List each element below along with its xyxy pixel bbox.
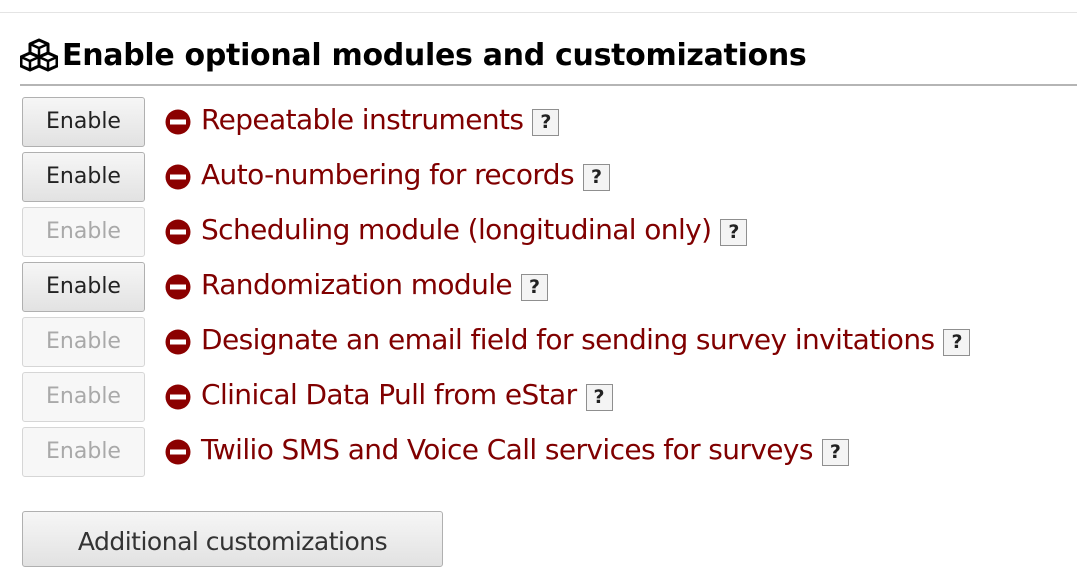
help-button[interactable]: ? bbox=[720, 219, 748, 246]
minus-circle-icon bbox=[165, 109, 191, 135]
module-label: Auto-numbering for records bbox=[201, 158, 575, 191]
enable-repeatable-instruments-button[interactable]: Enable bbox=[22, 97, 145, 147]
top-divider bbox=[0, 12, 1077, 13]
module-label: Repeatable instruments bbox=[201, 103, 524, 136]
enable-randomization-button[interactable]: Enable bbox=[22, 262, 145, 312]
additional-customizations-button[interactable]: Additional customizations bbox=[22, 511, 443, 567]
section-title: Enable optional modules and customizatio… bbox=[62, 37, 807, 73]
module-row-repeatable-instruments: Enable Repeatable instruments ? bbox=[22, 97, 1077, 152]
help-button[interactable]: ? bbox=[585, 384, 613, 411]
help-button[interactable]: ? bbox=[582, 164, 610, 191]
minus-circle-icon bbox=[165, 164, 191, 190]
enable-clinical-data-pull-button: Enable bbox=[22, 372, 145, 422]
module-row-clinical-data-pull: Enable Clinical Data Pull from eStar ? bbox=[22, 372, 1077, 427]
help-button[interactable]: ? bbox=[821, 439, 849, 466]
module-label: Twilio SMS and Voice Call services for s… bbox=[201, 433, 813, 466]
module-label: Clinical Data Pull from eStar bbox=[201, 378, 577, 411]
minus-circle-icon bbox=[165, 384, 191, 410]
minus-circle-icon bbox=[165, 219, 191, 245]
help-button[interactable]: ? bbox=[943, 329, 971, 356]
help-button[interactable]: ? bbox=[532, 109, 560, 136]
minus-circle-icon bbox=[165, 329, 191, 355]
module-label: Designate an email field for sending sur… bbox=[201, 323, 935, 356]
module-row-scheduling: Enable Scheduling module (longitudinal o… bbox=[22, 207, 1077, 262]
module-row-auto-numbering: Enable Auto-numbering for records ? bbox=[22, 152, 1077, 207]
cubes-icon bbox=[19, 38, 59, 72]
module-row-twilio: Enable Twilio SMS and Voice Call service… bbox=[22, 427, 1077, 482]
section-header: Enable optional modules and customizatio… bbox=[19, 28, 807, 82]
module-label: Randomization module bbox=[201, 268, 513, 301]
help-button[interactable]: ? bbox=[521, 274, 549, 301]
module-list: Enable Repeatable instruments ? Enable A… bbox=[22, 97, 1077, 482]
minus-circle-icon bbox=[165, 439, 191, 465]
module-row-survey-email-field: Enable Designate an email field for send… bbox=[22, 317, 1077, 372]
title-divider bbox=[20, 84, 1077, 86]
module-row-randomization: Enable Randomization module ? bbox=[22, 262, 1077, 317]
minus-circle-icon bbox=[165, 274, 191, 300]
enable-auto-numbering-button[interactable]: Enable bbox=[22, 152, 145, 202]
enable-survey-email-field-button: Enable bbox=[22, 317, 145, 367]
enable-twilio-button: Enable bbox=[22, 427, 145, 477]
module-label: Scheduling module (longitudinal only) bbox=[201, 213, 712, 246]
enable-scheduling-button: Enable bbox=[22, 207, 145, 257]
